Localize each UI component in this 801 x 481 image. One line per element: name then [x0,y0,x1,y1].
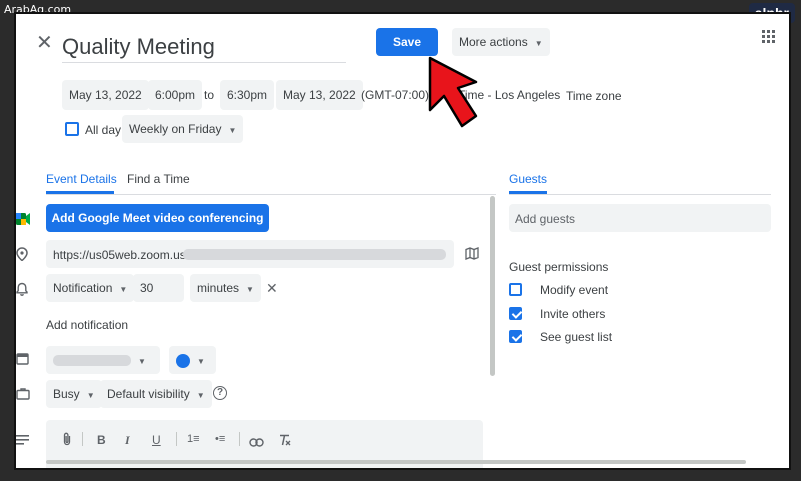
numbered-list-icon[interactable]: 1≡ [187,433,200,445]
save-button[interactable]: Save [376,28,438,56]
toolbar-divider [239,432,240,446]
location-field[interactable]: https://us05web.zoom.us/ [46,240,454,268]
link-icon[interactable] [249,434,264,452]
chevron-down-icon: ▼ [119,285,128,294]
event-editor-window: ✕ Quality Meeting Save More actions ▼ May… [14,12,791,470]
visibility-value: Default visibility [107,387,190,401]
red-arrow-annotation [428,56,478,128]
tab-guests[interactable]: Guests [509,172,547,186]
underline-icon[interactable]: U [152,433,161,447]
briefcase-icon [16,387,30,405]
tab-event-details[interactable]: Event Details [46,172,117,186]
location-blurred-text [183,249,446,260]
toolbar-divider [176,432,177,446]
calendar-icon [16,352,29,370]
start-date-field[interactable]: May 13, 2022 [62,80,149,110]
calendar-name-blurred [53,355,131,367]
tabs-divider [46,194,496,195]
chevron-down-icon: ▼ [196,391,205,400]
chevron-down-icon: ▼ [228,126,237,135]
apps-grid-icon[interactable] [762,30,776,44]
all-day-label: All day [85,123,122,137]
modify-event-label: Modify event [540,283,609,297]
bell-icon [16,282,28,301]
all-day-checkbox[interactable] [65,122,79,136]
google-meet-icon [16,212,30,230]
availability-value: Busy [53,387,80,401]
close-icon[interactable]: ✕ [36,33,53,53]
see-guest-list-checkbox[interactable] [509,330,522,343]
guests-divider [509,194,771,195]
more-actions-button[interactable]: More actions ▼ [452,28,550,56]
event-color-select[interactable]: ▼ [169,346,216,374]
add-google-meet-button[interactable]: Add Google Meet video conferencing [46,204,269,232]
add-guests-field[interactable]: Add guests [509,204,771,232]
remove-notification-icon[interactable]: ✕ [266,281,278,295]
add-notification-link[interactable]: Add notification [46,318,128,332]
recurrence-value: Weekly on Friday [129,122,222,136]
italic-icon[interactable]: I [125,433,130,448]
guest-permissions-label: Guest permissions [509,260,609,274]
chevron-down-icon: ▼ [138,357,146,366]
end-date-field[interactable]: May 13, 2022 [276,80,363,110]
invite-others-label: Invite others [540,307,606,321]
tab-find-a-time[interactable]: Find a Time [127,172,190,186]
title-field[interactable]: Quality Meeting [62,32,346,63]
notification-type-select[interactable]: Notification ▼ [46,274,135,302]
add-guests-placeholder: Add guests [515,212,576,226]
bulleted-list-icon[interactable]: •≡ [215,433,225,445]
clear-formatting-icon[interactable] [278,433,291,451]
invite-others-checkbox[interactable] [509,307,522,320]
bold-icon[interactable]: B [97,433,106,447]
help-icon[interactable]: ? [213,386,227,400]
more-actions-label: More actions [459,35,528,49]
recurrence-select[interactable]: Weekly on Friday ▼ [122,115,244,143]
toolbar-divider [82,432,83,446]
details-scrollbar[interactable] [490,196,495,376]
notification-value-input[interactable]: 30 [133,274,184,302]
timezone-link[interactable]: Time zone [566,89,622,103]
calendar-select[interactable]: ▼ [46,346,160,374]
location-pin-icon [16,247,28,266]
notification-unit-select[interactable]: minutes ▼ [190,274,261,302]
end-time-field[interactable]: 6:30pm [220,80,275,110]
modify-event-checkbox[interactable] [509,283,522,296]
availability-select[interactable]: Busy ▼ [46,380,102,408]
horizontal-scrollbar[interactable] [46,460,746,464]
event-color-swatch [176,353,190,368]
map-icon[interactable] [465,247,479,265]
chevron-down-icon: ▼ [197,357,205,366]
visibility-select[interactable]: Default visibility ▼ [100,380,212,408]
chevron-down-icon: ▼ [534,39,543,48]
to-label: to [204,88,215,102]
chevron-down-icon: ▼ [246,285,254,294]
start-time-field[interactable]: 6:00pm [148,80,203,110]
chevron-down-icon: ▼ [86,391,95,400]
location-value: https://us05web.zoom.us/ [53,248,190,262]
notification-unit-value: minutes [197,281,240,295]
event-title: Quality Meeting [62,34,215,59]
notification-type-value: Notification [53,281,113,295]
see-guest-list-label: See guest list [540,330,613,344]
attachment-icon[interactable] [62,432,72,449]
description-icon [16,432,29,450]
